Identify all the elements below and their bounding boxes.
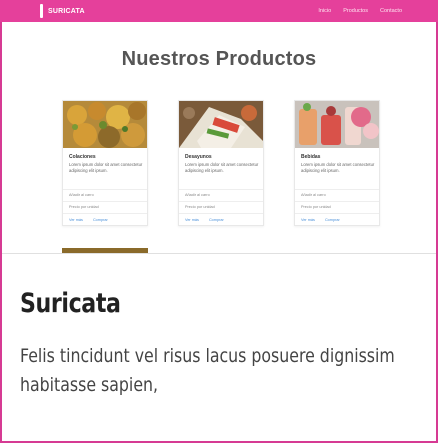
buy-link[interactable]: Comprar: [209, 218, 224, 222]
brand-name: SURICATA: [48, 7, 85, 15]
product-card-bebidas[interactable]: Bebidas Lorem ipsum dolor sit amet conse…: [294, 100, 380, 226]
buy-link[interactable]: Comprar: [325, 218, 340, 222]
product-description: Lorem ipsum dolor sit amet consectetur a…: [185, 162, 259, 173]
overlay-panel: Suricata Felis tincidunt vel risus lacus…: [2, 253, 436, 441]
product-meta: Añadir al carro: [69, 193, 94, 197]
product-card-desayunos[interactable]: Desayunos Lorem ipsum dolor sit amet con…: [178, 100, 264, 226]
card-divider: [179, 201, 263, 202]
product-meta: Precio por unidad: [69, 205, 99, 209]
panel-text: Felis tincidunt vel risus lacus posuere …: [20, 345, 395, 396]
card-actions: Ver más Comprar: [185, 218, 224, 222]
product-meta: Precio por unidad: [185, 205, 215, 209]
panel-title: Suricata: [20, 288, 121, 319]
card-divider: [63, 201, 147, 202]
view-more-link[interactable]: Ver más: [301, 218, 315, 222]
card-actions: Ver más Comprar: [301, 218, 340, 222]
product-name: Bebidas: [301, 154, 321, 160]
view-more-link[interactable]: Ver más: [185, 218, 199, 222]
product-meta: Añadir al carro: [185, 193, 210, 197]
buy-link[interactable]: Comprar: [93, 218, 108, 222]
card-divider: [295, 189, 379, 190]
nav-menu: Inicio Productos Contacto: [318, 0, 402, 22]
brand[interactable]: SURICATA: [40, 0, 85, 22]
card-actions: Ver más Comprar: [69, 218, 108, 222]
product-image: [295, 101, 379, 148]
card-divider: [179, 189, 263, 190]
product-meta: Precio por unidad: [301, 205, 331, 209]
product-name: Colaciones: [69, 154, 96, 160]
card-divider: [63, 213, 147, 214]
product-name: Desayunos: [185, 154, 212, 160]
product-image: [63, 101, 147, 148]
product-image: [179, 101, 263, 148]
nav-link-inicio[interactable]: Inicio: [318, 8, 331, 14]
product-card-colaciones[interactable]: Colaciones Lorem ipsum dolor sit amet co…: [62, 100, 148, 226]
section-title: Nuestros Productos: [121, 48, 317, 70]
view-more-link[interactable]: Ver más: [69, 218, 83, 222]
nav-link-contacto[interactable]: Contacto: [380, 8, 402, 14]
brand-logo-icon: [40, 4, 43, 18]
card-divider: [295, 213, 379, 214]
card-divider: [295, 201, 379, 202]
nav-link-productos[interactable]: Productos: [343, 8, 368, 14]
product-meta: Añadir al carro: [301, 193, 326, 197]
product-description: Lorem ipsum dolor sit amet consectetur a…: [301, 162, 375, 173]
product-description: Lorem ipsum dolor sit amet consectetur a…: [69, 162, 143, 173]
navbar: SURICATA Inicio Productos Contacto: [0, 0, 438, 22]
card-divider: [179, 213, 263, 214]
card-divider: [63, 189, 147, 190]
